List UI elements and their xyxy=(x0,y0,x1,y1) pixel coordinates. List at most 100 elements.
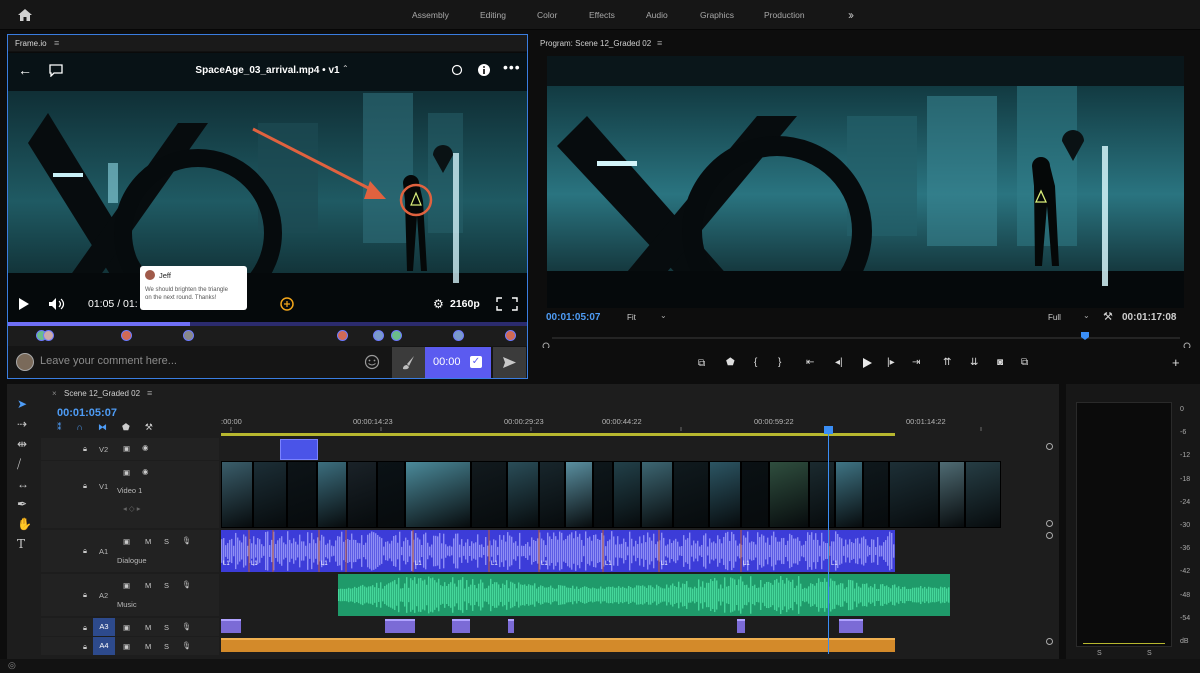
v1-clip-thumbnail[interactable] xyxy=(377,461,405,528)
solo-button[interactable]: S xyxy=(164,581,169,590)
a3-clip[interactable] xyxy=(839,619,863,633)
microphone-icon[interactable]: 🎙︎ xyxy=(182,580,192,589)
pen-tool-icon[interactable]: ✒ xyxy=(17,497,27,511)
timeline-wrench-icon[interactable]: ⚒ xyxy=(145,422,153,433)
program-monitor-video[interactable] xyxy=(547,56,1184,308)
track-scroll-handle[interactable] xyxy=(1046,520,1053,527)
mute-button[interactable]: M xyxy=(145,623,151,632)
track-select-tool-icon[interactable]: ⇢ xyxy=(17,417,27,431)
v1-clip-thumbnail[interactable] xyxy=(965,461,1001,528)
program-current-timecode[interactable]: 00:01:05:07 xyxy=(546,312,600,323)
comparison-view-icon[interactable]: ⧉ xyxy=(1021,357,1028,368)
lock-icon[interactable]: 🔒︎ xyxy=(83,444,87,454)
track-id[interactable]: A4 xyxy=(93,637,115,655)
lock-icon[interactable]: 🔒︎ xyxy=(83,642,87,652)
panel-menu-icon[interactable]: ≡ xyxy=(147,388,152,398)
wrench-icon[interactable]: ⚒ xyxy=(1103,310,1113,323)
program-monitor-title[interactable]: Program: Scene 12_Graded 02 xyxy=(540,39,651,48)
track-name[interactable]: Dialogue xyxy=(117,556,147,565)
microphone-icon[interactable]: 🎙︎ xyxy=(182,622,192,631)
home-icon[interactable] xyxy=(13,6,37,24)
razor-tool-icon[interactable]: ⧸ xyxy=(17,457,21,472)
hand-tool-icon[interactable]: ✋ xyxy=(17,517,32,531)
comment-timecode-toggle[interactable]: 00:00 ✓ xyxy=(425,347,491,378)
microphone-icon[interactable]: 🎙︎ xyxy=(182,641,192,650)
v1-clip-thumbnail[interactable] xyxy=(939,461,965,528)
status-icon[interactable]: ◎ xyxy=(8,660,16,671)
video-toggle-icon[interactable]: ▣ xyxy=(123,468,130,477)
track-scroll-handle[interactable] xyxy=(1046,638,1053,645)
lock-icon[interactable]: 🔒︎ xyxy=(83,623,87,633)
track-name[interactable]: Video 1 xyxy=(117,486,142,495)
eye-icon[interactable]: ◉ xyxy=(142,443,149,452)
export-frame-camera-icon[interactable]: ◙ xyxy=(997,357,1003,368)
a3-clip[interactable] xyxy=(508,619,514,633)
comment-marker-avatar[interactable] xyxy=(391,330,402,341)
workspace-tab-effects[interactable]: Effects xyxy=(589,0,615,30)
emoji-icon[interactable] xyxy=(364,354,380,370)
mark-out-icon[interactable]: } xyxy=(778,357,781,368)
go-to-out-icon[interactable]: ⇥ xyxy=(912,357,920,368)
file-title[interactable]: SpaceAge_03_arrival.mp4 • v1 xyxy=(8,65,527,76)
lift-icon[interactable]: ⇈ xyxy=(943,357,951,368)
sequence-name[interactable]: Scene 12_Graded 02 xyxy=(64,389,140,398)
v1-clip-thumbnail[interactable] xyxy=(613,461,641,528)
button-editor-plus-icon[interactable]: + xyxy=(1172,355,1180,370)
eye-icon[interactable]: ◉ xyxy=(142,467,149,476)
v1-clip-thumbnail[interactable] xyxy=(347,461,377,528)
extract-icon[interactable]: ⇊ xyxy=(970,357,978,368)
v1-clip-thumbnail[interactable] xyxy=(889,461,939,528)
solo-button[interactable]: S xyxy=(164,642,169,651)
play-icon[interactable] xyxy=(17,297,31,311)
solo-button[interactable]: S xyxy=(164,623,169,632)
step-back-icon[interactable]: ◂| xyxy=(835,357,843,368)
ripple-edit-tool-icon[interactable]: ⇹ xyxy=(17,437,27,451)
quality-chevron-icon[interactable]: ⌄ xyxy=(1083,311,1090,320)
settings-gear-icon[interactable]: ⚙ xyxy=(433,297,444,311)
a3-clip[interactable] xyxy=(221,619,241,633)
playhead-line[interactable] xyxy=(828,426,829,654)
type-tool-icon[interactable]: T xyxy=(17,537,25,551)
a3-clip[interactable] xyxy=(452,619,470,633)
mute-button[interactable]: M xyxy=(145,537,151,546)
slip-tool-icon[interactable]: ↔ xyxy=(17,477,29,491)
a4-clip[interactable] xyxy=(221,638,895,652)
snap-icon[interactable]: ⁑ xyxy=(57,422,62,433)
send-comment-button[interactable] xyxy=(493,347,526,378)
comment-marker-avatar[interactable] xyxy=(373,330,384,341)
work-area-bar[interactable] xyxy=(221,433,895,436)
audio-toggle-icon[interactable]: ▣ xyxy=(123,581,130,590)
v1-clip-thumbnail[interactable] xyxy=(641,461,673,528)
meter-solo-left[interactable]: S xyxy=(1097,650,1102,657)
lock-icon[interactable]: 🔒︎ xyxy=(83,590,87,600)
v1-clip-thumbnail[interactable] xyxy=(565,461,593,528)
more-options-icon[interactable]: ••• xyxy=(503,59,521,75)
v1-clip-thumbnail[interactable] xyxy=(673,461,709,528)
mute-button[interactable]: M xyxy=(145,581,151,590)
workspace-tab-color[interactable]: Color xyxy=(537,0,557,30)
panel-menu-icon[interactable]: ≡ xyxy=(657,38,662,48)
v1-clip-thumbnail[interactable] xyxy=(835,461,863,528)
resolution-label[interactable]: 2160p xyxy=(450,298,480,310)
solo-button[interactable]: S xyxy=(164,537,169,546)
a3-clip[interactable] xyxy=(737,619,745,633)
track-scroll-handle[interactable] xyxy=(1046,532,1053,539)
step-forward-icon[interactable]: |▸ xyxy=(887,357,895,368)
v1-clip-thumbnail[interactable] xyxy=(863,461,889,528)
review-video[interactable]: ← SpaceAge_03_arrival.mp4 • v1 ⌃ ••• 01:… xyxy=(8,53,527,323)
comment-marker-avatar[interactable] xyxy=(183,330,194,341)
program-scrub-ruler[interactable] xyxy=(540,328,1200,348)
comment-marker-avatar[interactable] xyxy=(453,330,464,341)
comment-marker-avatar[interactable] xyxy=(505,330,516,341)
v1-clip-thumbnail[interactable] xyxy=(507,461,539,528)
fit-select[interactable]: Fit xyxy=(627,313,636,322)
v1-clip-thumbnail[interactable] xyxy=(709,461,741,528)
v1-clip-thumbnail[interactable] xyxy=(539,461,565,528)
v1-clip-thumbnail[interactable] xyxy=(287,461,317,528)
comment-tooltip[interactable]: Jeff We should brighten the triangle on … xyxy=(140,266,247,310)
quality-select[interactable]: Full xyxy=(1048,313,1061,322)
audio-toggle-icon[interactable]: ▣ xyxy=(123,623,130,632)
add-marker-icon[interactable]: ⬟ xyxy=(726,357,735,368)
fullscreen-icon[interactable] xyxy=(495,296,519,312)
double-chevron-right-icon[interactable]: ›› xyxy=(848,8,854,22)
